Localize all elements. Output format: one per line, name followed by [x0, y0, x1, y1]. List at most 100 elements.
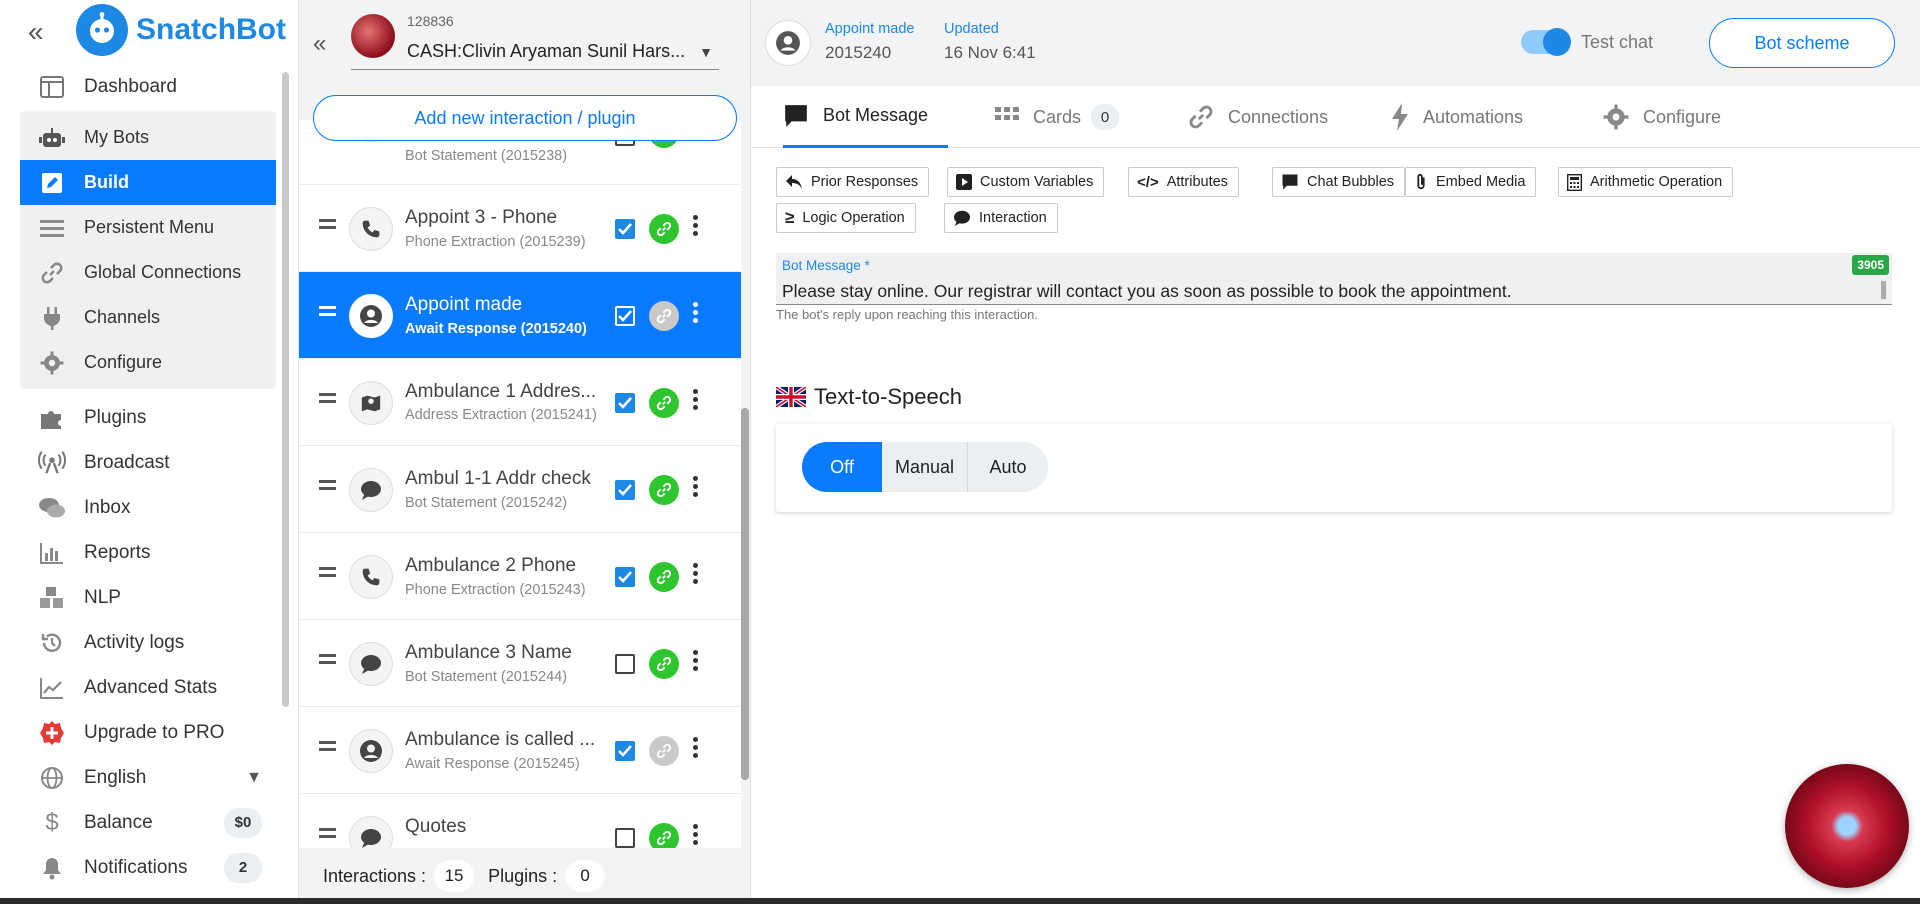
- interaction-checkbox[interactable]: [615, 306, 635, 326]
- link-icon[interactable]: [649, 823, 679, 848]
- sidebar-item-dashboard[interactable]: Dashboard: [20, 64, 276, 109]
- more-options-icon[interactable]: [693, 824, 699, 848]
- logic-operation-button[interactable]: ≥ Logic Operation: [776, 203, 916, 233]
- tab-configure[interactable]: Configure: [1603, 86, 1721, 148]
- interaction-subtitle: Bot Statement (2015244): [405, 669, 568, 685]
- interaction-button[interactable]: Interaction: [944, 203, 1058, 233]
- interaction-title: Ambul 1-1 Addr check: [405, 468, 591, 489]
- chat-bubbles-button[interactable]: Chat Bubbles: [1272, 167, 1406, 197]
- language-selector[interactable]: English ▼: [20, 755, 276, 800]
- interaction-checkbox[interactable]: [615, 654, 635, 674]
- interaction-title: Ambulance 3 Name: [405, 642, 572, 663]
- interaction-row[interactable]: Quotes: [299, 794, 741, 848]
- arithmetic-operation-button[interactable]: Arithmetic Operation: [1558, 167, 1734, 197]
- interaction-row[interactable]: Ambulance 3 Name Bot Statement (2015244): [299, 620, 741, 707]
- interaction-subtitle: Await Response (2015245): [405, 756, 580, 772]
- collapse-panel-icon[interactable]: «: [313, 30, 326, 58]
- interaction-checkbox[interactable]: [615, 567, 635, 587]
- interaction-checkbox[interactable]: [615, 393, 635, 413]
- interaction-row[interactable]: Appoint 3 - Phone Phone Extraction (2015…: [299, 185, 741, 272]
- sidebar-item-channels[interactable]: Channels: [20, 295, 276, 340]
- link-icon[interactable]: [649, 562, 679, 592]
- drag-handle-icon[interactable]: [319, 393, 336, 407]
- tab-connections[interactable]: Connections: [1188, 86, 1328, 148]
- sidebar-scrollbar[interactable]: [282, 72, 289, 707]
- caret-down-icon: ▼: [699, 43, 713, 60]
- field-scrollbar[interactable]: [1881, 281, 1886, 299]
- sidebar-item-activity-logs[interactable]: Activity logs: [20, 620, 276, 665]
- tab-bot-message[interactable]: Bot Message: [783, 86, 949, 148]
- more-options-icon[interactable]: [693, 389, 699, 413]
- custom-variables-button[interactable]: Custom Variables: [947, 167, 1105, 197]
- grid-icon: [995, 107, 1019, 127]
- sidebar-item-nlp[interactable]: NLP: [20, 575, 276, 620]
- link-icon[interactable]: [649, 649, 679, 679]
- interaction-row[interactable]: Ambul 1-1 Addr check Bot Statement (2015…: [299, 446, 741, 533]
- sidebar-item-inbox[interactable]: Inbox: [20, 485, 276, 530]
- drag-handle-icon[interactable]: [319, 828, 336, 842]
- link-icon[interactable]: [649, 301, 679, 331]
- more-options-icon[interactable]: [693, 302, 699, 326]
- link-icon[interactable]: [649, 388, 679, 418]
- drag-handle-icon[interactable]: [319, 741, 336, 755]
- drag-handle-icon[interactable]: [319, 654, 336, 668]
- drag-handle-icon[interactable]: [319, 480, 336, 494]
- tts-auto-option[interactable]: Auto: [968, 442, 1048, 492]
- sidebar-item-balance[interactable]: $ Balance $0: [20, 800, 276, 845]
- interaction-row[interactable]: Ambulance is called ... Await Response (…: [299, 707, 741, 794]
- sidebar-item-configure[interactable]: Configure: [20, 340, 276, 385]
- link-icon[interactable]: [649, 214, 679, 244]
- more-options-icon[interactable]: [693, 563, 699, 587]
- sidebar-item-advanced-stats[interactable]: Advanced Stats: [20, 665, 276, 710]
- bot-message-field[interactable]: Bot Message * 3905 Please stay online. O…: [776, 253, 1892, 305]
- embed-media-button[interactable]: Embed Media: [1405, 167, 1537, 197]
- sidebar-item-label: Persistent Menu: [84, 217, 215, 237]
- chat-icon: [38, 494, 66, 522]
- drag-handle-icon[interactable]: [319, 306, 336, 320]
- interaction-checkbox[interactable]: [615, 219, 635, 239]
- more-options-icon[interactable]: [693, 650, 699, 674]
- sidebar-item-persistent-menu[interactable]: Persistent Menu: [20, 205, 276, 250]
- sidebar-item-build[interactable]: Build: [20, 160, 276, 205]
- brand-logo[interactable]: SnatchBot: [76, 4, 286, 56]
- chat-widget-avatar[interactable]: [1785, 764, 1909, 888]
- sidebar-item-plugins[interactable]: Plugins: [20, 395, 276, 440]
- more-options-icon[interactable]: [693, 737, 699, 761]
- tts-manual-option[interactable]: Manual: [882, 442, 968, 492]
- bot-selector[interactable]: CASH:Clivin Aryaman Sunil Hars... ▼: [351, 34, 719, 70]
- sidebar-item-label: Upgrade to PRO: [84, 721, 225, 743]
- prior-responses-button[interactable]: Prior Responses: [776, 167, 930, 197]
- link-icon[interactable]: [649, 475, 679, 505]
- add-interaction-button[interactable]: Add new interaction / plugin: [313, 95, 737, 141]
- sidebar-item-notifications[interactable]: Notifications 2: [20, 845, 276, 890]
- interaction-row[interactable]: Ambulance 1 Addres... Address Extraction…: [299, 359, 741, 446]
- more-options-icon[interactable]: [693, 215, 699, 239]
- drag-handle-icon[interactable]: [319, 219, 336, 233]
- interaction-row[interactable]: Ambulance 2 Phone Phone Extraction (2015…: [299, 533, 741, 620]
- gear-icon: [1603, 104, 1629, 130]
- collapse-sidebar-icon[interactable]: «: [28, 18, 44, 46]
- more-options-icon[interactable]: [693, 476, 699, 500]
- sidebar-item-global-connections[interactable]: Global Connections: [20, 250, 276, 295]
- sidebar-item-my-bots[interactable]: My Bots: [20, 115, 276, 160]
- sidebar-item-broadcast[interactable]: Broadcast: [20, 440, 276, 485]
- interaction-checkbox[interactable]: [615, 480, 635, 500]
- link-icon[interactable]: [649, 736, 679, 766]
- list-scrollbar[interactable]: [741, 408, 749, 780]
- test-chat-toggle[interactable]: [1521, 28, 1571, 56]
- tab-cards[interactable]: Cards 0: [995, 86, 1120, 148]
- bot-scheme-button[interactable]: Bot scheme: [1709, 18, 1895, 68]
- sidebar-item-label: Reports: [84, 541, 151, 563]
- character-counter-badge: 3905: [1852, 255, 1889, 275]
- bot-header: « 128836 CASH:Clivin Aryaman Sunil Hars.…: [299, 0, 751, 86]
- interaction-checkbox[interactable]: [615, 741, 635, 761]
- tts-off-option[interactable]: Off: [802, 442, 882, 492]
- sidebar-item-reports[interactable]: Reports: [20, 530, 276, 575]
- sidebar-item-upgrade[interactable]: Upgrade to PRO: [20, 710, 276, 755]
- attributes-button[interactable]: </> Attributes: [1128, 167, 1239, 197]
- interaction-row-active[interactable]: Appoint made Await Response (2015240): [299, 272, 741, 359]
- interaction-checkbox[interactable]: [615, 828, 635, 848]
- tab-automations[interactable]: Automations: [1391, 86, 1523, 148]
- bot-message-text[interactable]: Please stay online. Our registrar will c…: [782, 281, 1862, 302]
- drag-handle-icon[interactable]: [319, 567, 336, 581]
